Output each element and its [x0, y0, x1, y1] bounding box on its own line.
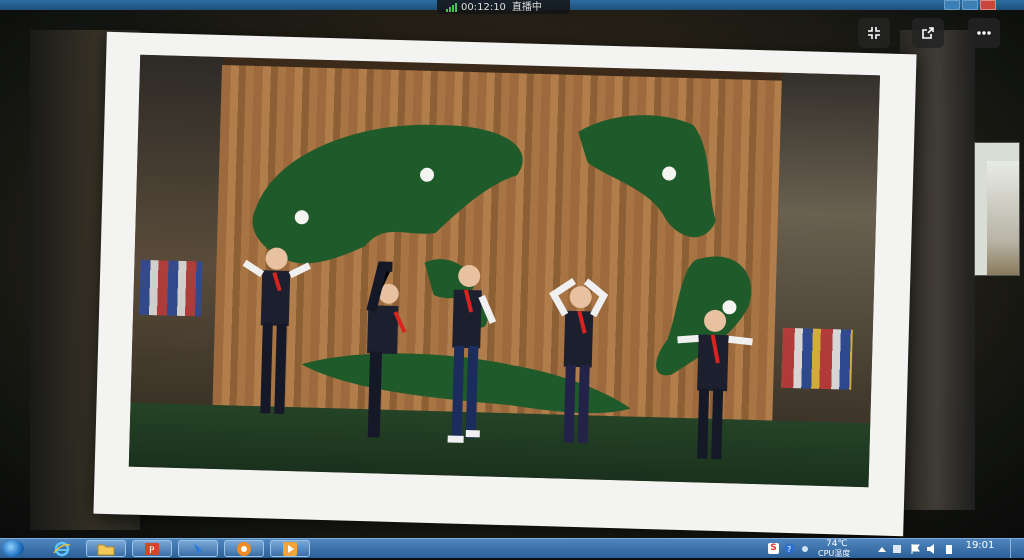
child-4	[549, 278, 609, 444]
slideshow-photo	[128, 54, 880, 488]
pen-tool-icon	[194, 542, 202, 555]
close-window-button[interactable]	[980, 0, 996, 10]
fullscreen-exit-icon	[868, 27, 880, 39]
svg-text:?: ?	[787, 545, 791, 554]
taskbar-app-media-player[interactable]	[270, 540, 310, 557]
minimize-button[interactable]	[944, 0, 960, 10]
live-status-text: 直播中	[511, 1, 542, 13]
help-icon[interactable]: ?	[784, 543, 795, 554]
child-1	[242, 247, 311, 414]
signal-strength-icon	[446, 3, 457, 12]
more-icon	[977, 31, 991, 35]
network-icon[interactable]	[892, 543, 902, 555]
child-5	[677, 309, 753, 460]
volume-icon[interactable]	[926, 543, 938, 555]
live-status-bar: 00:12:10 直播中	[437, 0, 570, 14]
child-2	[366, 261, 407, 438]
show-desktop-button[interactable]	[1010, 539, 1023, 558]
share-icon	[922, 27, 934, 39]
start-button[interactable]	[2, 540, 24, 557]
maximize-button[interactable]	[962, 0, 978, 10]
tray-dot-icon[interactable]	[800, 544, 810, 554]
taskbar-app-settings[interactable]	[224, 540, 264, 557]
settings-app-icon	[237, 541, 251, 556]
side-video-thumbnail[interactable]	[974, 142, 1020, 276]
svg-text:P: P	[149, 546, 155, 556]
folder-icon	[97, 544, 115, 555]
taskbar-app-pen-tool[interactable]	[178, 540, 218, 557]
live-video-stage	[0, 10, 1024, 538]
powerpoint-icon: P	[145, 542, 159, 556]
children-group	[242, 247, 753, 460]
windows-taskbar: P S ? 74℃ CPU温度 19:01	[0, 538, 1024, 558]
more-options-button[interactable]	[968, 18, 1000, 48]
ime-indicator[interactable]: S	[768, 543, 779, 554]
power-tray-icon[interactable]	[944, 543, 954, 555]
live-elapsed-time: 00:12:10	[461, 1, 506, 13]
clock[interactable]: 19:01	[960, 541, 1000, 560]
taskbar-app-folder[interactable]	[86, 540, 126, 557]
share-button[interactable]	[912, 18, 944, 48]
media-player-icon	[283, 541, 297, 556]
fullscreen-exit-button[interactable]	[858, 18, 890, 48]
cpu-temperature-label: CPU温度	[818, 549, 851, 558]
slideshow-photo-frame	[93, 31, 917, 537]
flag-tray-icon[interactable]	[910, 543, 920, 555]
taskbar-app-powerpoint[interactable]: P	[132, 540, 172, 557]
child-3	[447, 264, 497, 443]
tray-expand-icon[interactable]	[878, 546, 886, 552]
cpu-temperature-value: 74℃	[826, 539, 848, 549]
cpu-temperature: 74℃ CPU温度	[818, 539, 868, 558]
internet-explorer-icon	[53, 541, 71, 556]
taskbar-app-internet-explorer[interactable]	[42, 540, 82, 557]
